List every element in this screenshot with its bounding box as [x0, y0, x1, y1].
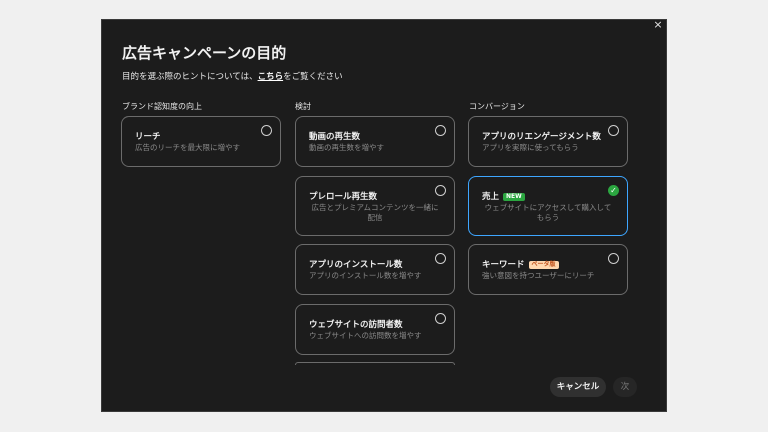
column-heading-awareness: ブランド認知度の向上	[122, 102, 202, 111]
close-icon[interactable]: ×	[652, 19, 664, 31]
column-heading-conversion: コンバージョン	[469, 102, 525, 111]
radio-button[interactable]	[261, 125, 272, 136]
radio-button[interactable]	[608, 125, 619, 136]
card-title: プレロール再生数	[309, 192, 378, 202]
card-description: 動画の再生数を増やす	[309, 143, 384, 152]
next-button[interactable]: 次	[613, 377, 637, 397]
objective-card-keywords[interactable]: キーワード ベータ版 強い意図を持つユーザーにリーチ	[468, 244, 628, 295]
card-title: キーワード ベータ版	[482, 258, 559, 270]
card-description: 広告のリーチを最大限に増やす	[135, 143, 240, 152]
card-title: 売上 NEW	[482, 190, 525, 202]
card-title-text: キーワード	[482, 260, 525, 270]
card-title: アプリのリエンゲージメント数	[482, 132, 601, 142]
subtitle-suffix: をご覧ください	[283, 72, 343, 82]
objective-card-sales[interactable]: 売上 NEW ウェブサイトにアクセスして購入してもらう ✓	[468, 176, 628, 236]
radio-button[interactable]	[435, 253, 446, 264]
new-badge: NEW	[503, 193, 525, 201]
radio-button[interactable]	[608, 253, 619, 264]
radio-button[interactable]	[435, 185, 446, 196]
dialog-subtitle: 目的を選ぶ際のヒントについては、こちらをご覧ください	[122, 70, 343, 82]
objective-card-website-visitors[interactable]: ウェブサイトの訪問者数 ウェブサイトへの訪問数を増やす	[295, 304, 455, 355]
objective-card-video-views[interactable]: 動画の再生数 動画の再生数を増やす	[295, 116, 455, 167]
card-description: アプリを実際に使ってもらう	[482, 143, 579, 152]
card-description: 広告とプレミアムコンテンツを一緒に配信	[311, 203, 439, 222]
card-title: 動画の再生数	[309, 132, 361, 142]
radio-button[interactable]	[435, 125, 446, 136]
column-heading-consideration: 検討	[295, 102, 311, 111]
card-title: アプリのインストール数	[309, 260, 403, 270]
card-description: 強い意図を持つユーザーにリーチ	[482, 271, 595, 280]
beta-badge: ベータ版	[528, 261, 559, 269]
radio-button[interactable]	[435, 313, 446, 324]
campaign-objective-dialog: × 広告キャンペーンの目的 目的を選ぶ際のヒントについては、こちらをご覧ください…	[101, 19, 667, 412]
hint-link[interactable]: こちら	[258, 72, 284, 82]
card-description: ウェブサイトへの訪問数を増やす	[309, 331, 422, 340]
objective-card-preroll-views[interactable]: プレロール再生数 広告とプレミアムコンテンツを一緒に配信	[295, 176, 455, 236]
card-description: ウェブサイトにアクセスして購入してもらう	[484, 203, 612, 222]
card-description: アプリのインストール数を増やす	[309, 271, 422, 280]
card-title-text: 売上	[482, 192, 500, 202]
objective-card-app-reengagement[interactable]: アプリのリエンゲージメント数 アプリを実際に使ってもらう	[468, 116, 628, 167]
objective-card-reach[interactable]: リーチ 広告のリーチを最大限に増やす	[121, 116, 281, 167]
objective-card-app-installs[interactable]: アプリのインストール数 アプリのインストール数を増やす	[295, 244, 455, 295]
card-title: ウェブサイトの訪問者数	[309, 320, 403, 330]
cancel-button[interactable]: キャンセル	[550, 377, 606, 397]
card-title: リーチ	[135, 132, 161, 142]
objective-card-clipped	[295, 362, 455, 365]
subtitle-prefix: 目的を選ぶ際のヒントについては、	[122, 72, 258, 82]
check-icon[interactable]: ✓	[608, 185, 619, 196]
dialog-title: 広告キャンペーンの目的	[122, 44, 287, 62]
